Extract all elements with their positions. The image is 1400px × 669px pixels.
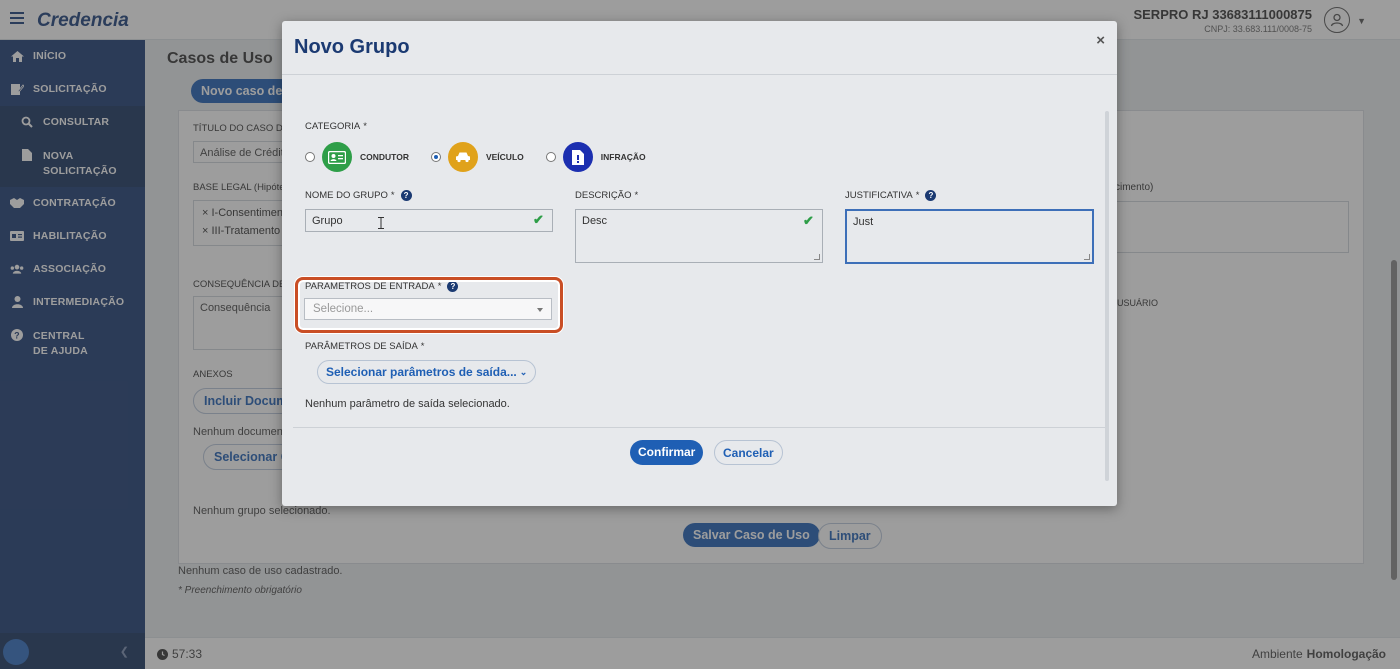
- categoria-option-condutor[interactable]: CONDUTOR: [305, 142, 409, 172]
- modal-header: Novo Grupo ×: [282, 21, 1117, 75]
- radio-condutor[interactable]: [305, 152, 315, 162]
- nome-grupo-label: NOME DO GRUPO * ?: [305, 190, 412, 201]
- valid-check-icon: ✔: [803, 213, 814, 228]
- nome-grupo-input[interactable]: Grupo: [305, 209, 553, 232]
- categoria-radio-group: CONDUTOR VEÍCULO INFRAÇÃO: [305, 142, 668, 172]
- radio-infracao[interactable]: [545, 152, 556, 162]
- descricao-label: DESCRIÇÃO *: [575, 190, 639, 201]
- confirm-button[interactable]: Confirmar: [630, 440, 704, 465]
- select-output-params-button[interactable]: Selecionar parâmetros de saída... ⌄: [317, 360, 537, 384]
- help-icon[interactable]: ?: [400, 190, 412, 201]
- valid-check-icon: ✔: [533, 212, 544, 227]
- new-group-modal: Novo Grupo × CATEGORIA * CONDUTOR VEÍCULO: [282, 21, 1117, 506]
- close-icon[interactable]: ×: [1096, 32, 1105, 49]
- parametros-saida-label: PARÂMETROS DE SAÍDA *: [305, 341, 425, 352]
- categoria-label-condutor: CONDUTOR: [360, 152, 409, 162]
- radio-veiculo[interactable]: [430, 152, 441, 162]
- document-alert-icon: [562, 142, 593, 172]
- modal-scrollbar[interactable]: [1105, 111, 1109, 481]
- justificativa-textarea[interactable]: Just: [845, 209, 1094, 264]
- categoria-label: CATEGORIA *: [305, 121, 367, 132]
- help-icon[interactable]: ?: [925, 190, 937, 201]
- car-icon: [447, 142, 478, 172]
- focus-highlight: [295, 277, 563, 333]
- modal-footer-divider: [293, 427, 1105, 428]
- id-card-icon: [322, 142, 352, 172]
- categoria-option-infracao[interactable]: INFRAÇÃO: [545, 142, 646, 172]
- cancel-button[interactable]: Cancelar: [714, 440, 783, 465]
- no-output-params-text: Nenhum parâmetro de saída selecionado.: [305, 398, 510, 410]
- chevron-down-icon: ⌄: [519, 366, 528, 377]
- categoria-option-veiculo[interactable]: VEÍCULO: [430, 142, 524, 172]
- text-cursor-icon: [378, 217, 384, 229]
- descricao-textarea[interactable]: Desc: [575, 209, 823, 263]
- modal-title: Novo Grupo: [294, 36, 410, 58]
- categoria-label-infracao: INFRAÇÃO: [600, 152, 646, 162]
- categoria-label-veiculo: VEÍCULO: [485, 152, 524, 162]
- justificativa-label: JUSTIFICATIVA * ?: [845, 190, 937, 201]
